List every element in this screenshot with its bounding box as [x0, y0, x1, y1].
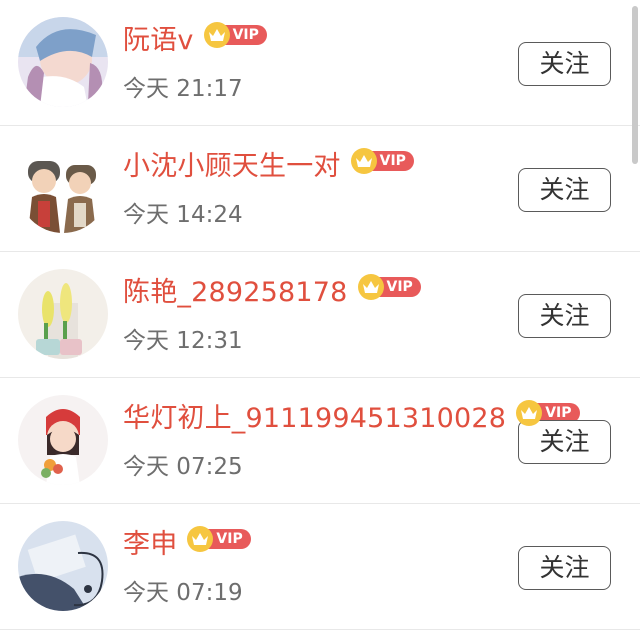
avatar[interactable]	[18, 269, 108, 359]
crown-icon	[516, 400, 543, 426]
avatar[interactable]	[18, 395, 108, 485]
follow-button[interactable]: 关注	[518, 294, 611, 338]
user-name[interactable]: 阮语v	[123, 24, 194, 58]
list-item[interactable]: 李申 VIP 今天 07:19 关注	[0, 504, 640, 630]
name-line: 华灯初上_911199451310028 VIP	[123, 400, 580, 436]
avatar[interactable]	[18, 143, 108, 233]
vip-badge: VIP	[357, 274, 421, 300]
user-name[interactable]: 小沈小顾天生一对	[123, 150, 341, 184]
name-line: 阮语v VIP	[123, 22, 267, 58]
list-item[interactable]: 小沈小顾天生一对 VIP 今天 14:24 关注	[0, 126, 640, 252]
crown-icon	[350, 148, 377, 174]
vip-badge: VIP	[203, 22, 267, 48]
name-line: 陈艳_289258178 VIP	[123, 274, 421, 310]
timestamp: 今天 07:25	[123, 454, 243, 480]
follow-button[interactable]: 关注	[518, 546, 611, 590]
crown-icon	[203, 22, 230, 48]
follow-button[interactable]: 关注	[518, 420, 611, 464]
follow-button[interactable]: 关注	[518, 168, 611, 212]
avatar-image	[18, 143, 108, 233]
name-line: 小沈小顾天生一对 VIP	[123, 148, 414, 184]
list-item[interactable]: 陈艳_289258178 VIP 今天 12:31 关注	[0, 252, 640, 378]
timestamp: 今天 12:31	[123, 328, 243, 354]
user-name[interactable]: 李申	[123, 528, 177, 562]
avatar[interactable]	[18, 521, 108, 611]
vip-badge: VIP	[187, 526, 251, 552]
scrollbar[interactable]	[632, 6, 638, 164]
avatar[interactable]	[18, 17, 108, 107]
avatar-image	[18, 269, 108, 359]
list-item[interactable]: 阮语v VIP 今天 21:17 关注	[0, 0, 640, 126]
name-line: 李申 VIP	[123, 526, 251, 562]
user-name[interactable]: 陈艳_289258178	[123, 276, 348, 310]
vip-badge: VIP	[350, 148, 414, 174]
timestamp: 今天 21:17	[123, 76, 243, 102]
user-name[interactable]: 华灯初上_911199451310028	[123, 402, 506, 436]
timestamp: 今天 14:24	[123, 202, 243, 228]
list-item[interactable]: 华灯初上_911199451310028 VIP 今天 07:25 关注	[0, 378, 640, 504]
avatar-image	[18, 395, 108, 485]
follow-button[interactable]: 关注	[518, 42, 611, 86]
crown-icon	[357, 274, 384, 300]
avatar-image	[18, 17, 108, 107]
timestamp: 今天 07:19	[123, 580, 243, 606]
avatar-image	[18, 521, 108, 611]
